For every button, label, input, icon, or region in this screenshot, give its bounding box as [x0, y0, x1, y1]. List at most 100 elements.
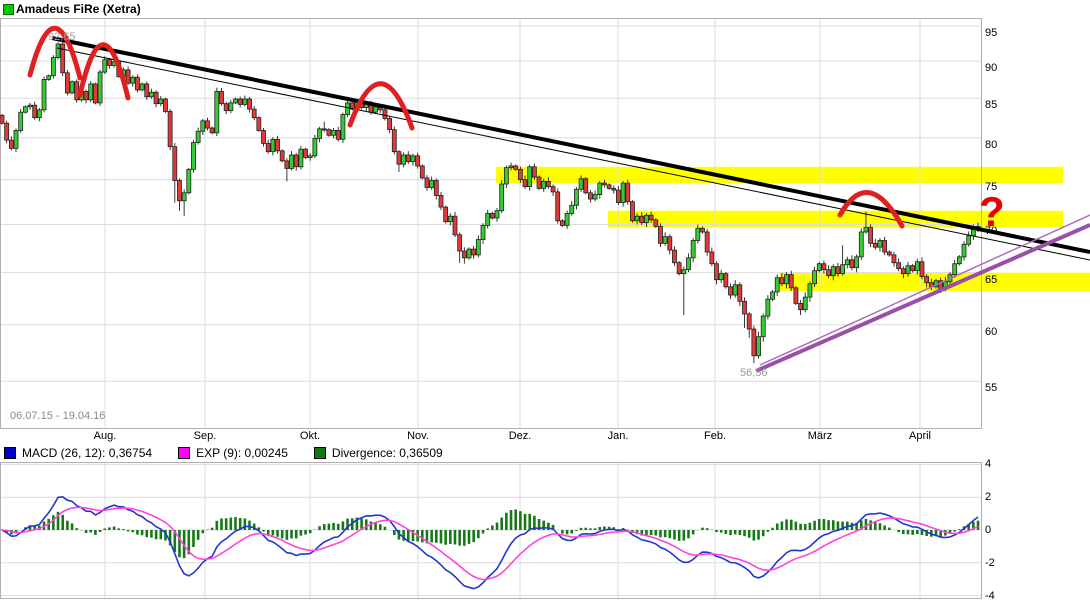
candle-down[interactable] [677, 263, 681, 274]
candle-down[interactable] [397, 152, 401, 165]
candle-down[interactable] [607, 185, 611, 189]
candle-up[interactable] [733, 285, 737, 295]
candle-up[interactable] [89, 84, 93, 100]
candle-down[interactable] [626, 183, 630, 202]
candle-up[interactable] [719, 274, 723, 280]
candle-up[interactable] [159, 99, 163, 104]
candle-down[interactable] [532, 167, 536, 177]
candle-down[interactable] [799, 303, 803, 309]
candle-up[interactable] [191, 143, 195, 170]
candle-up[interactable] [308, 156, 312, 158]
candle-up[interactable] [817, 264, 821, 271]
candle-down[interactable] [724, 274, 728, 287]
candle-up[interactable] [579, 179, 583, 189]
candle-down[interactable] [743, 301, 747, 314]
candle-down[interactable] [126, 70, 130, 83]
candle-up[interactable] [476, 240, 480, 255]
candle-up[interactable] [290, 155, 294, 168]
candle-down[interactable] [701, 228, 705, 232]
candle-up[interactable] [182, 193, 186, 201]
candle-down[interactable] [257, 118, 261, 131]
candle-up[interactable] [448, 216, 452, 222]
candle-down[interactable] [434, 181, 438, 196]
candle-down[interactable] [439, 195, 443, 207]
candle-up[interactable] [570, 205, 574, 213]
candle-up[interactable] [845, 260, 849, 265]
candle-up[interactable] [663, 237, 667, 244]
candle-down[interactable] [177, 181, 181, 201]
candle-down[interactable] [752, 329, 756, 356]
candle-down[interactable] [154, 92, 158, 103]
candle-down[interactable] [444, 207, 448, 222]
candle-up[interactable] [528, 167, 532, 187]
candle-down[interactable] [892, 255, 896, 263]
candle-down[interactable] [738, 285, 742, 302]
candle-down[interactable] [262, 130, 266, 143]
candle-up[interactable] [682, 270, 686, 274]
candle-down[interactable] [630, 202, 634, 221]
candle-down[interactable] [794, 288, 798, 304]
candle-up[interactable] [906, 266, 910, 274]
candle-down[interactable] [911, 266, 915, 271]
candle-down[interactable] [537, 177, 541, 188]
candle-down[interactable] [327, 130, 331, 136]
candle-up[interactable] [234, 99, 238, 103]
candle-up[interactable] [299, 149, 303, 167]
candle-up[interactable] [495, 211, 499, 218]
candle-down[interactable] [285, 161, 289, 169]
candle-up[interactable] [957, 257, 961, 264]
candle-down[interactable] [747, 314, 751, 329]
candle-up[interactable] [318, 129, 322, 139]
candle-down[interactable] [276, 139, 280, 151]
candle-down[interactable] [406, 155, 410, 162]
candle-up[interactable] [196, 131, 200, 142]
candle-up[interactable] [341, 115, 345, 140]
candle-up[interactable] [962, 244, 966, 257]
candle-down[interactable] [248, 99, 252, 109]
candle-up[interactable] [542, 181, 546, 188]
candle-down[interactable] [168, 111, 172, 146]
candle-down[interactable] [9, 140, 13, 148]
candle-up[interactable] [967, 236, 971, 245]
candle-down[interactable] [789, 275, 793, 288]
candle-down[interactable] [920, 262, 924, 277]
candle-down[interactable] [392, 130, 396, 152]
candle-down[interactable] [710, 252, 714, 264]
candle-down[interactable] [873, 243, 877, 247]
candle-down[interactable] [93, 84, 97, 103]
candle-down[interactable] [238, 99, 242, 104]
candle-down[interactable] [518, 169, 522, 179]
candle-up[interactable] [509, 166, 513, 168]
candle-up[interactable] [878, 240, 882, 247]
candle-up[interactable] [593, 195, 597, 199]
candle-up[interactable] [841, 265, 845, 274]
candle-down[interactable] [523, 180, 527, 187]
candle-down[interactable] [173, 147, 177, 181]
candle-down[interactable] [546, 181, 550, 186]
candle-up[interactable] [644, 215, 648, 222]
candle-up[interactable] [766, 299, 770, 316]
candle-down[interactable] [0, 115, 4, 123]
candle-up[interactable] [51, 58, 55, 76]
candle-up[interactable] [243, 99, 247, 104]
candle-up[interactable] [56, 44, 60, 58]
candle-up[interactable] [411, 156, 415, 162]
candle-down[interactable] [462, 251, 466, 258]
candle-down[interactable] [649, 215, 653, 220]
candle-down[interactable] [551, 187, 555, 192]
candle-down[interactable] [266, 143, 270, 151]
candle-up[interactable] [598, 183, 602, 194]
candle-up[interactable] [855, 257, 859, 268]
candle-down[interactable] [668, 237, 672, 250]
candle-down[interactable] [453, 216, 457, 235]
candle-down[interactable] [584, 179, 588, 193]
candle-up[interactable] [500, 184, 504, 211]
candle-down[interactable] [827, 270, 831, 276]
candle-down[interactable] [224, 104, 228, 111]
candle-up[interactable] [859, 232, 863, 257]
candle-down[interactable] [715, 264, 719, 280]
candle-up[interactable] [19, 112, 23, 130]
candle-up[interactable] [313, 139, 317, 156]
candle-up[interactable] [775, 278, 779, 292]
candle-up[interactable] [402, 155, 406, 164]
